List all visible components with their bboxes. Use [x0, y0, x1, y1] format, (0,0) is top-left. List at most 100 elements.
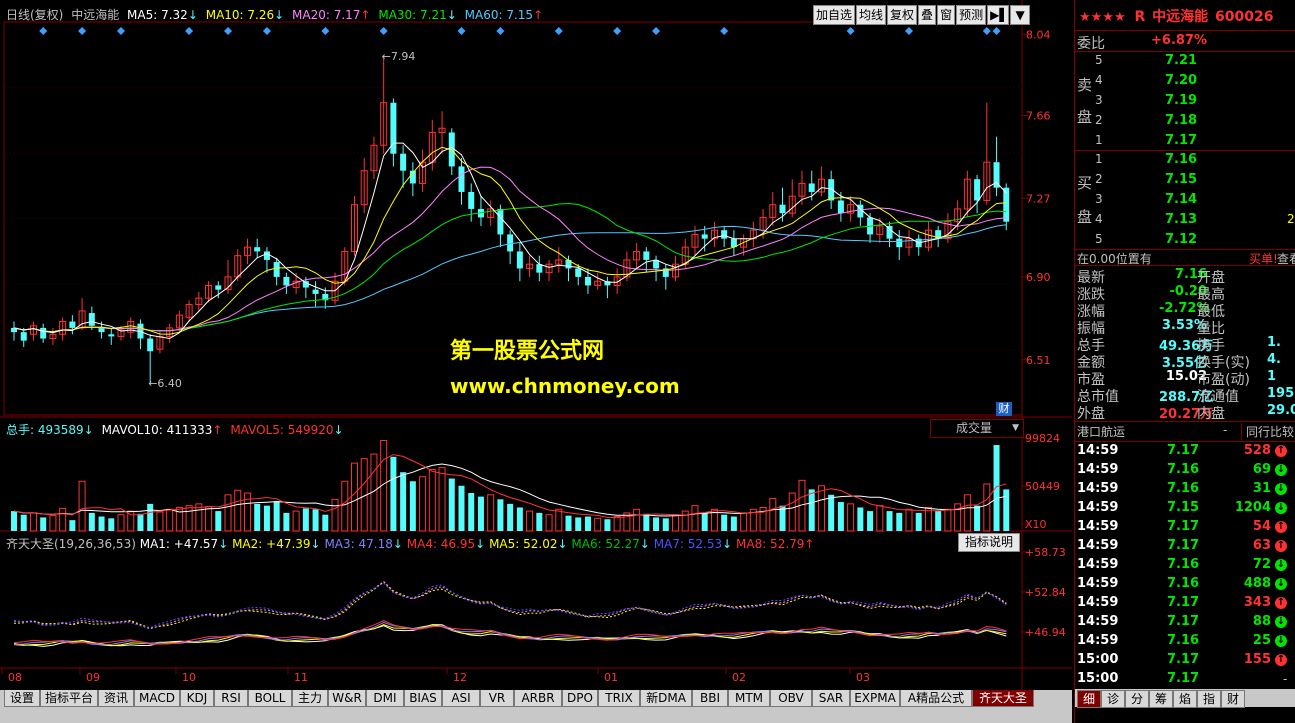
- ask-level: 3: [1095, 93, 1103, 107]
- candle-body: [516, 251, 523, 269]
- tab-3[interactable]: MACD: [134, 690, 180, 707]
- tab-6[interactable]: BOLL: [248, 690, 292, 707]
- add-favorite-button[interactable]: 加自选: [813, 5, 856, 25]
- indicator-help-button[interactable]: 指标说明: [958, 533, 1020, 552]
- tick-volume: 343: [1243, 595, 1271, 610]
- tab-20[interactable]: SAR: [812, 690, 850, 707]
- overlay-button[interactable]: 叠: [918, 5, 937, 25]
- tab-9[interactable]: DMI: [366, 690, 404, 707]
- side-tab[interactable]: 指: [1197, 690, 1221, 708]
- volume-bar: [29, 512, 37, 532]
- volume-bar: [11, 511, 17, 531]
- volume-bar: [643, 513, 650, 531]
- tick-time: 14:59: [1077, 538, 1119, 553]
- tab-11[interactable]: ASI: [442, 690, 480, 707]
- window-button[interactable]: 窗: [937, 5, 956, 25]
- tab-0[interactable]: 设置: [4, 690, 40, 707]
- tab-19[interactable]: OBV: [770, 690, 812, 707]
- quote-value-right: 4.: [1267, 352, 1281, 367]
- month-label: 01: [604, 671, 618, 684]
- tick-volume: 72: [1252, 557, 1271, 572]
- adjust-button[interactable]: 复权: [887, 5, 918, 25]
- finance-badge[interactable]: 财: [996, 402, 1012, 416]
- side-tab[interactable]: 分: [1125, 690, 1149, 708]
- side-tab[interactable]: 细: [1077, 690, 1101, 708]
- tick-volume: 25: [1252, 633, 1271, 648]
- side-tab[interactable]: 筹: [1149, 690, 1173, 708]
- tab-7[interactable]: 主力: [292, 690, 328, 707]
- tab-10[interactable]: BIAS: [404, 690, 442, 707]
- volume-bar: [662, 518, 669, 531]
- volume-bar: [69, 520, 76, 531]
- volume-bar: [584, 516, 591, 531]
- bid-price[interactable]: 7.14: [1165, 192, 1197, 207]
- tab-14[interactable]: DPO: [562, 690, 598, 707]
- tick-price: 7.17: [1167, 595, 1200, 610]
- volume-bar: [857, 507, 864, 531]
- tab-12[interactable]: VR: [480, 690, 514, 707]
- bid-price[interactable]: 7.13: [1165, 212, 1197, 227]
- bid-price[interactable]: 7.15: [1165, 172, 1197, 187]
- volume-bar: [458, 485, 465, 531]
- tick-price: 7.16: [1167, 481, 1200, 496]
- tick-volume: 69: [1252, 462, 1271, 477]
- peer-compare-button[interactable]: 同行比较: [1241, 423, 1294, 440]
- volume-bar: [438, 467, 446, 532]
- tab-8[interactable]: W&R: [328, 690, 366, 707]
- volume-bar: [963, 494, 971, 532]
- side-tab[interactable]: 诊: [1101, 690, 1125, 708]
- tab-23[interactable]: 齐天大圣: [972, 690, 1034, 707]
- candle-body: [69, 321, 76, 328]
- tab-13[interactable]: ARBR: [514, 690, 562, 707]
- quote-label: 外盘: [1077, 406, 1105, 422]
- tab-4[interactable]: KDJ: [180, 690, 214, 707]
- tab-21[interactable]: EXPMA: [850, 690, 900, 707]
- tick-price: 7.16: [1167, 557, 1200, 572]
- candle-body: [721, 230, 728, 239]
- tab-15[interactable]: TRIX: [598, 690, 640, 707]
- volume-bar: [740, 512, 748, 532]
- tab-22[interactable]: A精品公式: [900, 690, 972, 707]
- tick-price: 7.17: [1167, 671, 1200, 686]
- volume-bar: [847, 503, 855, 532]
- side-tab[interactable]: 财: [1221, 690, 1245, 708]
- stock-name-label: 中远海能: [71, 8, 120, 22]
- forecast-button[interactable]: 预测: [956, 5, 987, 25]
- bid-price[interactable]: 7.16: [1165, 152, 1197, 167]
- dropdown-icon[interactable]: ▼: [1010, 5, 1031, 25]
- quote-value-right: 1: [1267, 369, 1277, 384]
- bid-price[interactable]: 7.12: [1165, 232, 1197, 247]
- candle-body: [98, 327, 105, 333]
- ask-price[interactable]: 7.17: [1165, 133, 1197, 148]
- side-tab[interactable]: 焰: [1173, 690, 1197, 708]
- candle-body: [283, 276, 290, 286]
- arrow-down-icon: ↓: [1275, 502, 1287, 514]
- ask-price[interactable]: 7.18: [1165, 113, 1197, 128]
- ask-price[interactable]: 7.19: [1165, 93, 1197, 108]
- tick-price: 7.16: [1167, 462, 1200, 477]
- candle-body: [584, 276, 591, 286]
- ma60-arrow: ↑: [533, 8, 544, 22]
- tab-17[interactable]: BBI: [692, 690, 728, 707]
- tab-1[interactable]: 指标平台: [40, 690, 98, 707]
- candle-body: [896, 238, 903, 248]
- volume-bar: [477, 496, 484, 531]
- tick-time: 14:59: [1077, 576, 1119, 591]
- sector-name[interactable]: 港口航运: [1077, 423, 1125, 440]
- tab-5[interactable]: RSI: [214, 690, 248, 707]
- ask-price[interactable]: 7.21: [1165, 53, 1197, 68]
- tab-16[interactable]: 新DMA: [640, 690, 692, 707]
- volume-bar: [905, 508, 913, 532]
- fast-forward-icon[interactable]: ▶▌: [987, 5, 1010, 25]
- tab-18[interactable]: MTM: [728, 690, 770, 707]
- volume-bar: [341, 480, 349, 532]
- volume-bar: [1003, 489, 1010, 531]
- volume-type-select[interactable]: 成交量 ▼: [930, 419, 1024, 438]
- volume-bar: [40, 517, 47, 531]
- candle-body: [20, 332, 27, 341]
- ask-price[interactable]: 7.20: [1165, 73, 1197, 88]
- tab-2[interactable]: 资讯: [98, 690, 134, 707]
- volume-bar: [896, 512, 903, 531]
- tick-volume: 528: [1243, 443, 1271, 458]
- ma-line-button[interactable]: 均线: [856, 5, 887, 25]
